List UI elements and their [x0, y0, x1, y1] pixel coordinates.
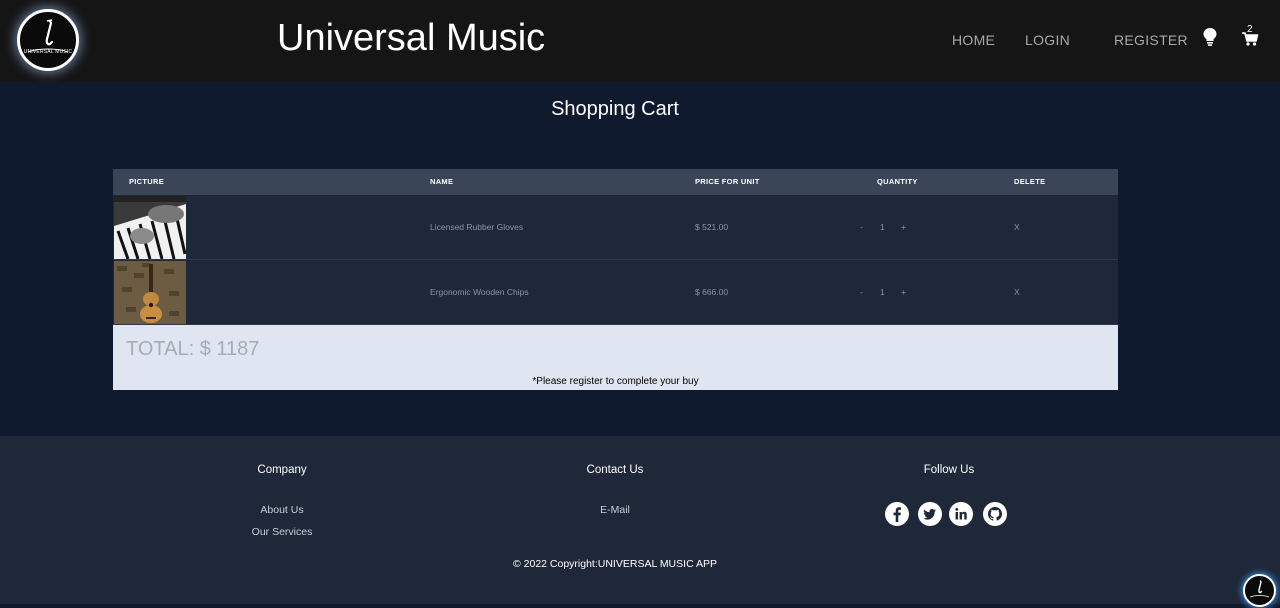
header-picture: PICTURE — [129, 177, 165, 186]
twitter-icon[interactable] — [918, 502, 942, 526]
logo-text: UNIVERSAL MUSIC — [23, 49, 73, 55]
item-name: Licensed Rubber Gloves — [430, 222, 524, 232]
delete-item-button[interactable]: X — [1014, 222, 1020, 232]
item-quantity: 1 — [880, 222, 885, 232]
nav-register-link[interactable]: REGISTER — [1114, 32, 1188, 48]
brand-title[interactable]: Universal Music — [277, 17, 545, 60]
register-note: *Please register to complete your buy — [532, 376, 699, 387]
footer-bottom-strip — [0, 604, 1280, 608]
item-quantity: 1 — [880, 287, 885, 297]
cart-total: TOTAL: $ 1187 — [126, 338, 260, 360]
decrease-quantity-button[interactable]: - — [860, 287, 863, 297]
footer-follow-heading: Follow Us — [923, 464, 975, 476]
saxophone-icon — [27, 19, 69, 53]
about-us-link[interactable]: About Us — [260, 504, 303, 516]
footer-contact-heading: Contact Us — [586, 464, 644, 476]
decrease-quantity-button[interactable]: - — [860, 222, 863, 232]
piano-hands-photo — [114, 196, 186, 259]
total-panel: TOTAL: $ 1187 *Please register to comple… — [113, 325, 1118, 390]
footer-company-heading: Company — [257, 464, 307, 476]
linkedin-icon[interactable] — [949, 502, 973, 526]
nav-home-link[interactable]: HOME — [952, 32, 995, 48]
increase-quantity-button[interactable]: + — [901, 287, 906, 297]
nav-login-link[interactable]: LOGIN — [1025, 32, 1070, 48]
header-quantity: QUANTITY — [877, 177, 918, 186]
header-name: NAME — [430, 177, 454, 186]
delete-item-button[interactable]: X — [1014, 287, 1020, 297]
increase-quantity-button[interactable]: + — [901, 222, 906, 232]
github-icon[interactable] — [983, 502, 1007, 526]
header-price: PRICE FOR UNIT — [695, 177, 760, 186]
floating-logo-button[interactable] — [1243, 574, 1276, 607]
table-row: Ergonomic Wooden Chips $ 666.00 - 1 + X — [113, 260, 1118, 325]
cart-table: PICTURE NAME PRICE FOR UNIT QUANTITY DEL… — [113, 169, 1118, 390]
item-price: $ 666.00 — [695, 287, 729, 297]
email-link[interactable]: E-Mail — [600, 504, 630, 516]
table-row: Licensed Rubber Gloves $ 521.00 - 1 + X — [113, 195, 1118, 260]
footer: Company About Us Our Services Contact Us… — [0, 436, 1280, 604]
lightbulb-icon[interactable] — [1202, 27, 1218, 47]
universal-music-logo[interactable]: UNIVERSAL MUSIC — [17, 9, 79, 71]
item-name: Ergonomic Wooden Chips — [430, 287, 529, 297]
acoustic-guitar-photo — [114, 261, 186, 324]
cart-icon[interactable] — [1241, 29, 1259, 47]
top-navbar: UNIVERSAL MUSIC Universal Music HOME LOG… — [0, 0, 1280, 82]
table-header: PICTURE NAME PRICE FOR UNIT QUANTITY DEL… — [113, 169, 1118, 195]
page-title: Shopping Cart — [551, 98, 679, 120]
item-price: $ 521.00 — [695, 222, 729, 232]
copyright-text: © 2022 Copyright:UNIVERSAL MUSIC APP — [512, 558, 717, 570]
our-services-link[interactable]: Our Services — [252, 526, 313, 538]
facebook-icon[interactable] — [885, 502, 909, 526]
header-delete: DELETE — [1014, 177, 1046, 186]
saxophone-icon — [1249, 580, 1270, 598]
